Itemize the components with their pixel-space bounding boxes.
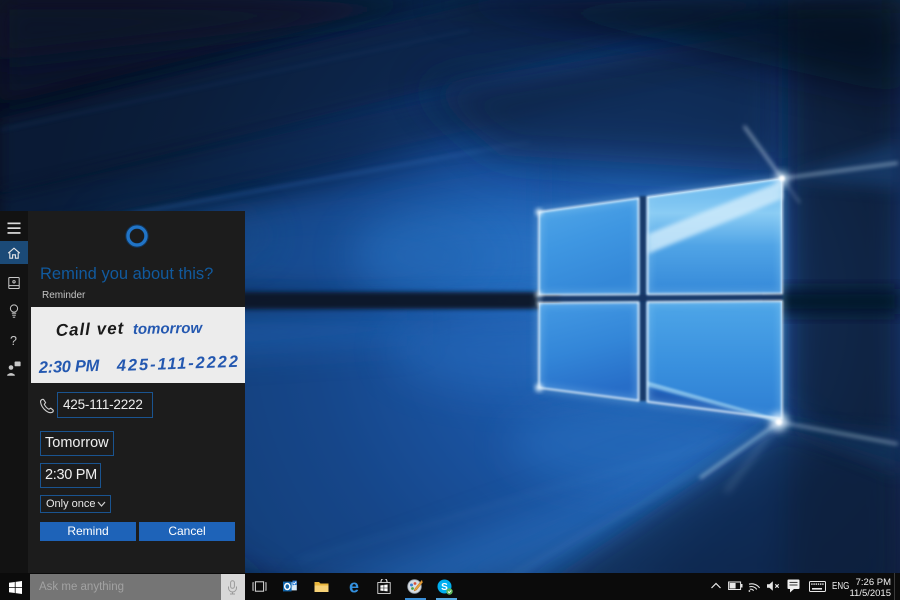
svg-text:e: e [349,578,359,595]
svg-text:2:30 PM: 2:30 PM [38,357,101,377]
svg-text:Call vet: Call vet [55,319,124,340]
svg-text:tomorrow: tomorrow [133,320,204,338]
svg-text:425-111-2222: 425-111-2222 [116,353,241,375]
svg-text:?: ? [10,334,17,348]
